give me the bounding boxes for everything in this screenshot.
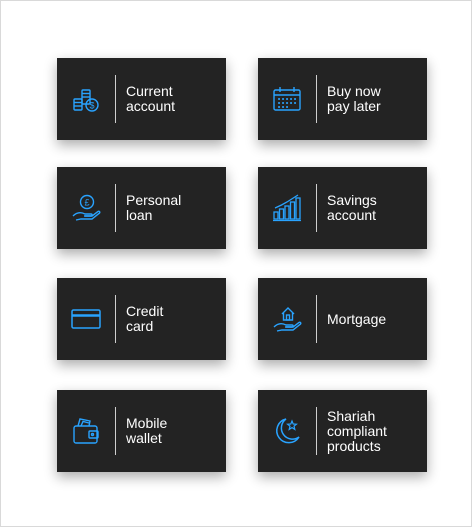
growth-chart-icon (258, 167, 316, 249)
tile-divider (115, 407, 116, 455)
tile-label: Shariah compliant products (327, 407, 387, 454)
tile-divider (115, 75, 116, 123)
crescent-star-icon (258, 390, 316, 472)
wallet-icon (57, 390, 115, 472)
credit-card-icon (57, 278, 115, 360)
buy-now-pay-later-tile[interactable]: Buy now pay later (258, 58, 427, 140)
shariah-compliant-products-tile[interactable]: Shariah compliant products (258, 390, 427, 472)
savings-account-tile[interactable]: Savings account (258, 167, 427, 249)
svg-text:£: £ (84, 198, 89, 208)
house-hand-icon (258, 278, 316, 360)
current-account-tile[interactable]: $ Current account (57, 58, 226, 140)
mortgage-tile[interactable]: Mortgage (258, 278, 427, 360)
credit-card-tile[interactable]: Credit card (57, 278, 226, 360)
svg-text:$: $ (89, 101, 94, 111)
tile-divider (115, 295, 116, 343)
tile-divider (316, 184, 317, 232)
coins-icon: $ (57, 58, 115, 140)
tile-label: Savings account (327, 192, 377, 223)
page-frame: $ Current account Buy now pay later £ Pe… (0, 0, 472, 527)
tile-label: Current account (126, 83, 176, 114)
tile-divider (316, 407, 317, 455)
tile-label: Credit card (126, 303, 164, 334)
tile-divider (316, 75, 317, 123)
tile-label: Mobile wallet (126, 415, 168, 446)
tile-label: Buy now pay later (327, 83, 381, 114)
calendar-icon (258, 58, 316, 140)
mobile-wallet-tile[interactable]: Mobile wallet (57, 390, 226, 472)
tile-divider (115, 184, 116, 232)
tile-label: Personal loan (126, 192, 182, 223)
pound-hand-icon: £ (57, 167, 115, 249)
personal-loan-tile[interactable]: £ Personal loan (57, 167, 226, 249)
tile-divider (316, 295, 317, 343)
tile-label: Mortgage (327, 310, 387, 327)
